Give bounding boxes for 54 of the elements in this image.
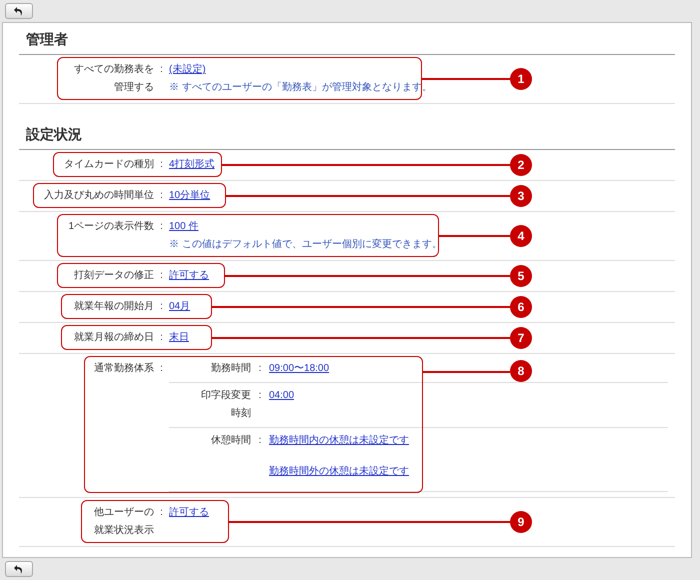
callout-number: 1	[510, 68, 532, 90]
callout-number: 5	[510, 265, 532, 287]
colon-text: :	[258, 362, 262, 376]
colon-text: :	[159, 189, 164, 203]
section-heading: 設定状況	[19, 124, 675, 150]
setting-link[interactable]: 末日	[169, 329, 189, 347]
colon-text: :	[159, 269, 164, 283]
setting-label: 1ページの表示件数	[67, 220, 154, 234]
setting-link[interactable]: 許可する	[169, 267, 209, 285]
setting-link[interactable]: (未設定)	[169, 61, 206, 79]
setting-label: 就業年報の開始月	[73, 300, 154, 314]
note-text: ※ すべてのユーザーの「勤務表」が管理対象となります。	[169, 80, 432, 95]
setting-link[interactable]: 10分単位	[169, 187, 210, 205]
colon-text: :	[159, 362, 164, 376]
setting-link[interactable]: 04:00	[269, 387, 294, 405]
callout-number: 8	[510, 360, 532, 382]
setting-link[interactable]: 勤務時間外の休憩は未設定です	[269, 463, 409, 481]
colon-text: :	[159, 158, 164, 172]
back-arrow-icon	[14, 6, 24, 16]
section-heading: 管理者	[19, 29, 675, 55]
colon-text: :	[159, 506, 164, 520]
leader-line	[439, 235, 510, 236]
setting-label: 就業月報の締め日	[73, 330, 154, 345]
back-button[interactable]	[5, 561, 33, 577]
callout-number: 9	[510, 511, 532, 533]
back-button[interactable]	[5, 3, 33, 19]
setting-link[interactable]: 許可する	[169, 504, 209, 522]
colon-text: :	[159, 63, 164, 77]
callout-number: 6	[510, 296, 532, 318]
setting-link[interactable]: 09:00〜18:00	[269, 360, 330, 378]
setting-link[interactable]: 4打刻形式	[169, 156, 215, 174]
setting-label: 他ユーザーの 就業状況表示	[93, 506, 154, 538]
setting-link[interactable]: 100 件	[169, 218, 198, 236]
setting-label: タイムカードの種別	[63, 158, 154, 172]
setting-link[interactable]: 04月	[169, 298, 190, 316]
setting-label: 勤務時間	[210, 362, 251, 376]
setting-label: 休憩時間	[210, 434, 251, 448]
setting-link[interactable]: 勤務時間内の休憩は未設定です	[269, 432, 409, 450]
setting-label: すべての勤務表を 管理する	[73, 62, 154, 95]
setting-label: 通常勤務体系	[93, 362, 154, 376]
callout-number: 7	[510, 327, 532, 349]
callout-number: 3	[510, 185, 532, 207]
colon-text: :	[159, 331, 164, 345]
colon-text: :	[159, 220, 164, 234]
colon-text: :	[258, 434, 262, 448]
note-text: ※ この値はデフォルト値で、ユーザー個別に変更できます。	[169, 238, 442, 252]
callout-number: 4	[510, 225, 532, 247]
colon-text: :	[159, 300, 164, 314]
colon-text: :	[258, 389, 262, 403]
setting-label: 印字段変更 時刻	[200, 388, 251, 421]
callout-number: 2	[510, 154, 532, 176]
setting-label: 入力及び丸めの時間単位	[43, 188, 154, 203]
back-arrow-icon	[14, 564, 24, 574]
setting-label: 打刻データの修正	[73, 268, 154, 283]
